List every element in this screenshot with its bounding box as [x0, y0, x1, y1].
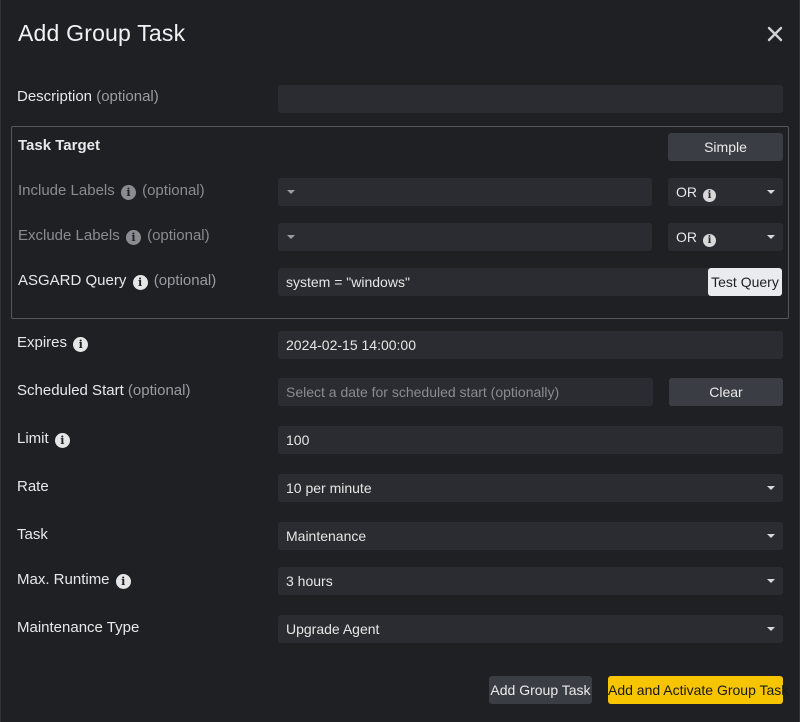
dialog-title: Add Group Task	[18, 20, 186, 46]
maintenance-type-label: Maintenance Type	[17, 619, 140, 636]
max-runtime-label-text: Max. Runtime	[17, 571, 110, 588]
chevron-down-icon	[767, 486, 775, 490]
rate-label: Rate	[17, 478, 49, 495]
include-labels-operator-select[interactable]: OR i	[668, 178, 783, 206]
limit-label-text: Limit	[17, 430, 49, 447]
max-runtime-label: Max. Runtime i	[17, 571, 133, 589]
description-input[interactable]	[278, 85, 783, 113]
expires-label-text: Expires	[17, 334, 68, 351]
chevron-down-icon	[767, 190, 775, 194]
info-icon[interactable]: i	[120, 185, 136, 200]
scheduled-start-optional: (optional)	[127, 382, 191, 399]
chevron-down-icon	[767, 534, 775, 538]
asgard-query-label-text: ASGARD Query	[18, 272, 127, 289]
exclude-labels-label-text: Exclude Labels	[18, 227, 120, 244]
scheduled-start-placeholder: Select a date for scheduled start (optio…	[286, 384, 560, 400]
include-labels-optional: (optional)	[142, 182, 205, 199]
chevron-down-icon	[287, 235, 295, 239]
rate-value: 10 per minute	[286, 480, 372, 496]
add-and-activate-group-task-button[interactable]: Add and Activate Group Task	[608, 676, 788, 704]
add-group-task-button[interactable]: Add Group Task	[489, 676, 592, 704]
dialog-left-edge	[0, 0, 1, 722]
limit-input[interactable]: 100	[278, 426, 783, 454]
description-label-text: Description	[17, 88, 93, 105]
description-label: Description (optional)	[17, 88, 159, 105]
close-icon[interactable]	[763, 22, 787, 46]
exclude-labels-label: Exclude Labels i (optional)	[18, 227, 210, 245]
add-group-task-dialog: Add Group Task Description (optional) Ta…	[0, 0, 800, 722]
asgard-query-label: ASGARD Query i (optional)	[18, 272, 216, 290]
maintenance-type-select[interactable]: Upgrade Agent	[278, 615, 783, 643]
info-icon[interactable]: i	[703, 234, 716, 247]
include-operator-value: OR	[676, 184, 697, 200]
max-runtime-select[interactable]: 3 hours	[278, 567, 783, 595]
info-icon[interactable]: i	[73, 337, 89, 352]
asgard-query-optional: (optional)	[153, 272, 217, 289]
include-labels-select[interactable]	[278, 178, 652, 206]
info-icon[interactable]: i	[703, 189, 716, 202]
scheduled-start-input[interactable]: Select a date for scheduled start (optio…	[278, 378, 653, 406]
info-icon[interactable]: i	[125, 230, 141, 245]
include-labels-label-text: Include Labels	[18, 182, 115, 199]
task-label: Task	[17, 526, 48, 543]
scheduled-start-label-text: Scheduled Start	[17, 382, 124, 399]
max-runtime-value: 3 hours	[286, 573, 333, 589]
rate-select[interactable]: 10 per minute	[278, 474, 783, 502]
description-optional: (optional)	[96, 88, 159, 105]
maintenance-type-value: Upgrade Agent	[286, 621, 380, 637]
include-labels-label: Include Labels i (optional)	[18, 182, 205, 200]
exclude-labels-operator-select[interactable]: OR i	[668, 223, 783, 251]
info-icon[interactable]: i	[115, 574, 131, 589]
scheduled-start-label: Scheduled Start (optional)	[17, 382, 190, 399]
task-target-heading: Task Target	[18, 137, 100, 154]
task-value: Maintenance	[286, 528, 367, 544]
exclude-labels-select[interactable]	[278, 223, 652, 251]
chevron-down-icon	[767, 579, 775, 583]
simple-mode-button[interactable]: Simple	[668, 133, 783, 161]
clear-button[interactable]: Clear	[669, 378, 783, 406]
chevron-down-icon	[767, 235, 775, 239]
exclude-operator-value: OR	[676, 229, 697, 245]
chevron-down-icon	[767, 627, 775, 631]
test-query-button[interactable]: Test Query	[708, 268, 782, 296]
limit-label: Limit i	[17, 430, 72, 448]
expires-label: Expires i	[17, 334, 90, 352]
info-icon[interactable]: i	[132, 275, 148, 290]
asgard-query-input[interactable]: system = "windows"	[278, 268, 710, 296]
exclude-labels-optional: (optional)	[147, 227, 210, 244]
chevron-down-icon	[287, 190, 295, 194]
expires-input[interactable]: 2024-02-15 14:00:00	[278, 331, 783, 359]
task-select[interactable]: Maintenance	[278, 522, 783, 550]
info-icon[interactable]: i	[54, 433, 70, 448]
